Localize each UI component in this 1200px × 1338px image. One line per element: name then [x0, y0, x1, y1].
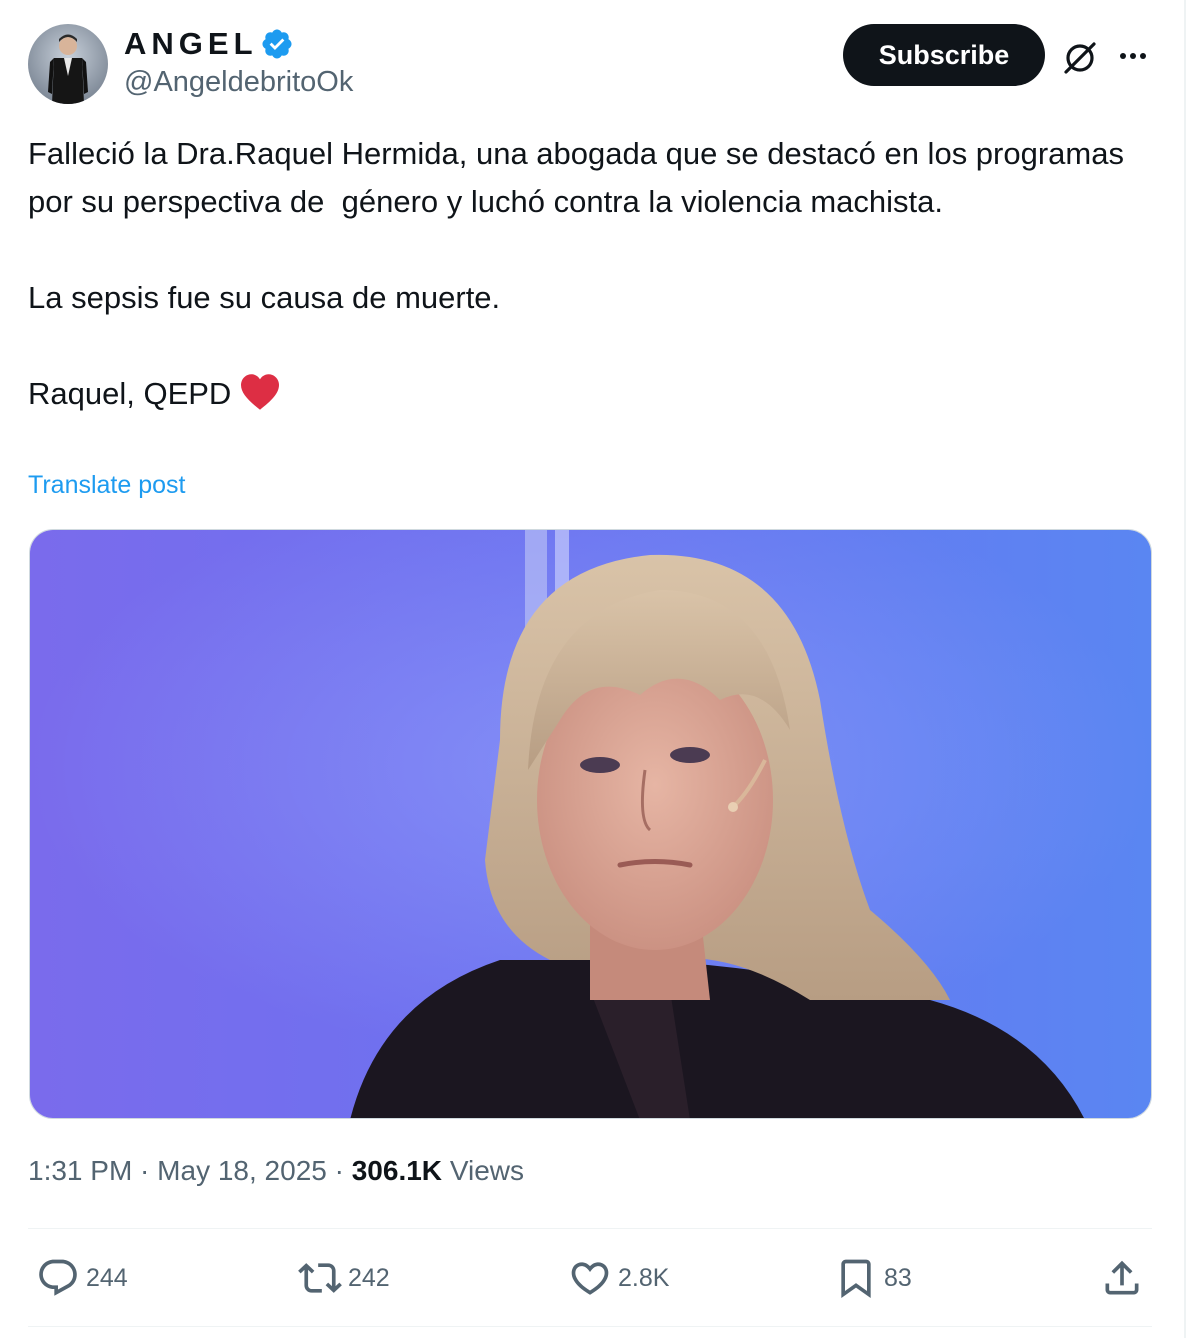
post-paragraph-2: La sepsis fue su causa de muerte. — [28, 280, 501, 315]
share-button[interactable] — [1100, 1252, 1144, 1304]
bookmark-count: 83 — [884, 1263, 912, 1292]
author-name-row[interactable]: ANGEL — [124, 24, 294, 64]
like-count: 2.8K — [618, 1263, 670, 1292]
bookmark-icon — [841, 1259, 871, 1299]
post-time[interactable]: 1:31 PM — [28, 1155, 132, 1187]
author-handle[interactable]: @AngeldebritoOk — [124, 66, 353, 99]
repost-button[interactable]: 242 — [298, 1252, 390, 1304]
bookmark-button[interactable]: 83 — [834, 1252, 912, 1304]
views-count: 306.1K — [351, 1155, 443, 1186]
views-label: Views — [449, 1155, 524, 1186]
more-icon[interactable] — [1112, 36, 1156, 80]
author-display-name[interactable]: ANGEL — [124, 26, 258, 62]
views-label-space — [442, 1155, 450, 1187]
page-edge-divider — [1184, 0, 1186, 1338]
like-icon — [571, 1262, 609, 1295]
post-date[interactable]: May 18, 2025 — [157, 1155, 327, 1187]
reply-count: 244 — [86, 1263, 128, 1292]
actions-divider-bottom — [28, 1326, 1152, 1327]
reply-button[interactable]: 244 — [36, 1252, 128, 1304]
meta-separator-1: · — [132, 1155, 158, 1186]
grok-icon[interactable] — [1058, 36, 1102, 80]
actions-divider-top — [28, 1228, 1152, 1229]
subscribe-button[interactable]: Subscribe — [843, 24, 1045, 86]
retweet-icon — [298, 1263, 342, 1293]
avatar[interactable] — [28, 24, 108, 104]
post-paragraph-3: Raquel, QEPD — [28, 370, 1138, 418]
repost-count: 242 — [348, 1263, 390, 1292]
red-heart-emoji — [241, 374, 280, 410]
post-media-image[interactable] — [29, 529, 1152, 1119]
share-icon — [1105, 1260, 1139, 1295]
post-paragraph-1: Falleció la Dra.Raquel Hermida, una abog… — [28, 136, 1133, 219]
post-meta: 1:31 PM · May 18, 2025 · 306.1K Views — [28, 1155, 524, 1187]
post-paragraph-3-text: Raquel, QEPD — [28, 376, 232, 411]
post-text: Falleció la Dra.Raquel Hermida, una abog… — [28, 130, 1138, 418]
reply-icon — [39, 1259, 77, 1296]
like-button[interactable]: 2.8K — [568, 1252, 669, 1304]
meta-separator-2: · — [326, 1155, 352, 1186]
translate-post-link[interactable]: Translate post — [28, 471, 185, 500]
verified-badge-icon — [261, 29, 292, 59]
